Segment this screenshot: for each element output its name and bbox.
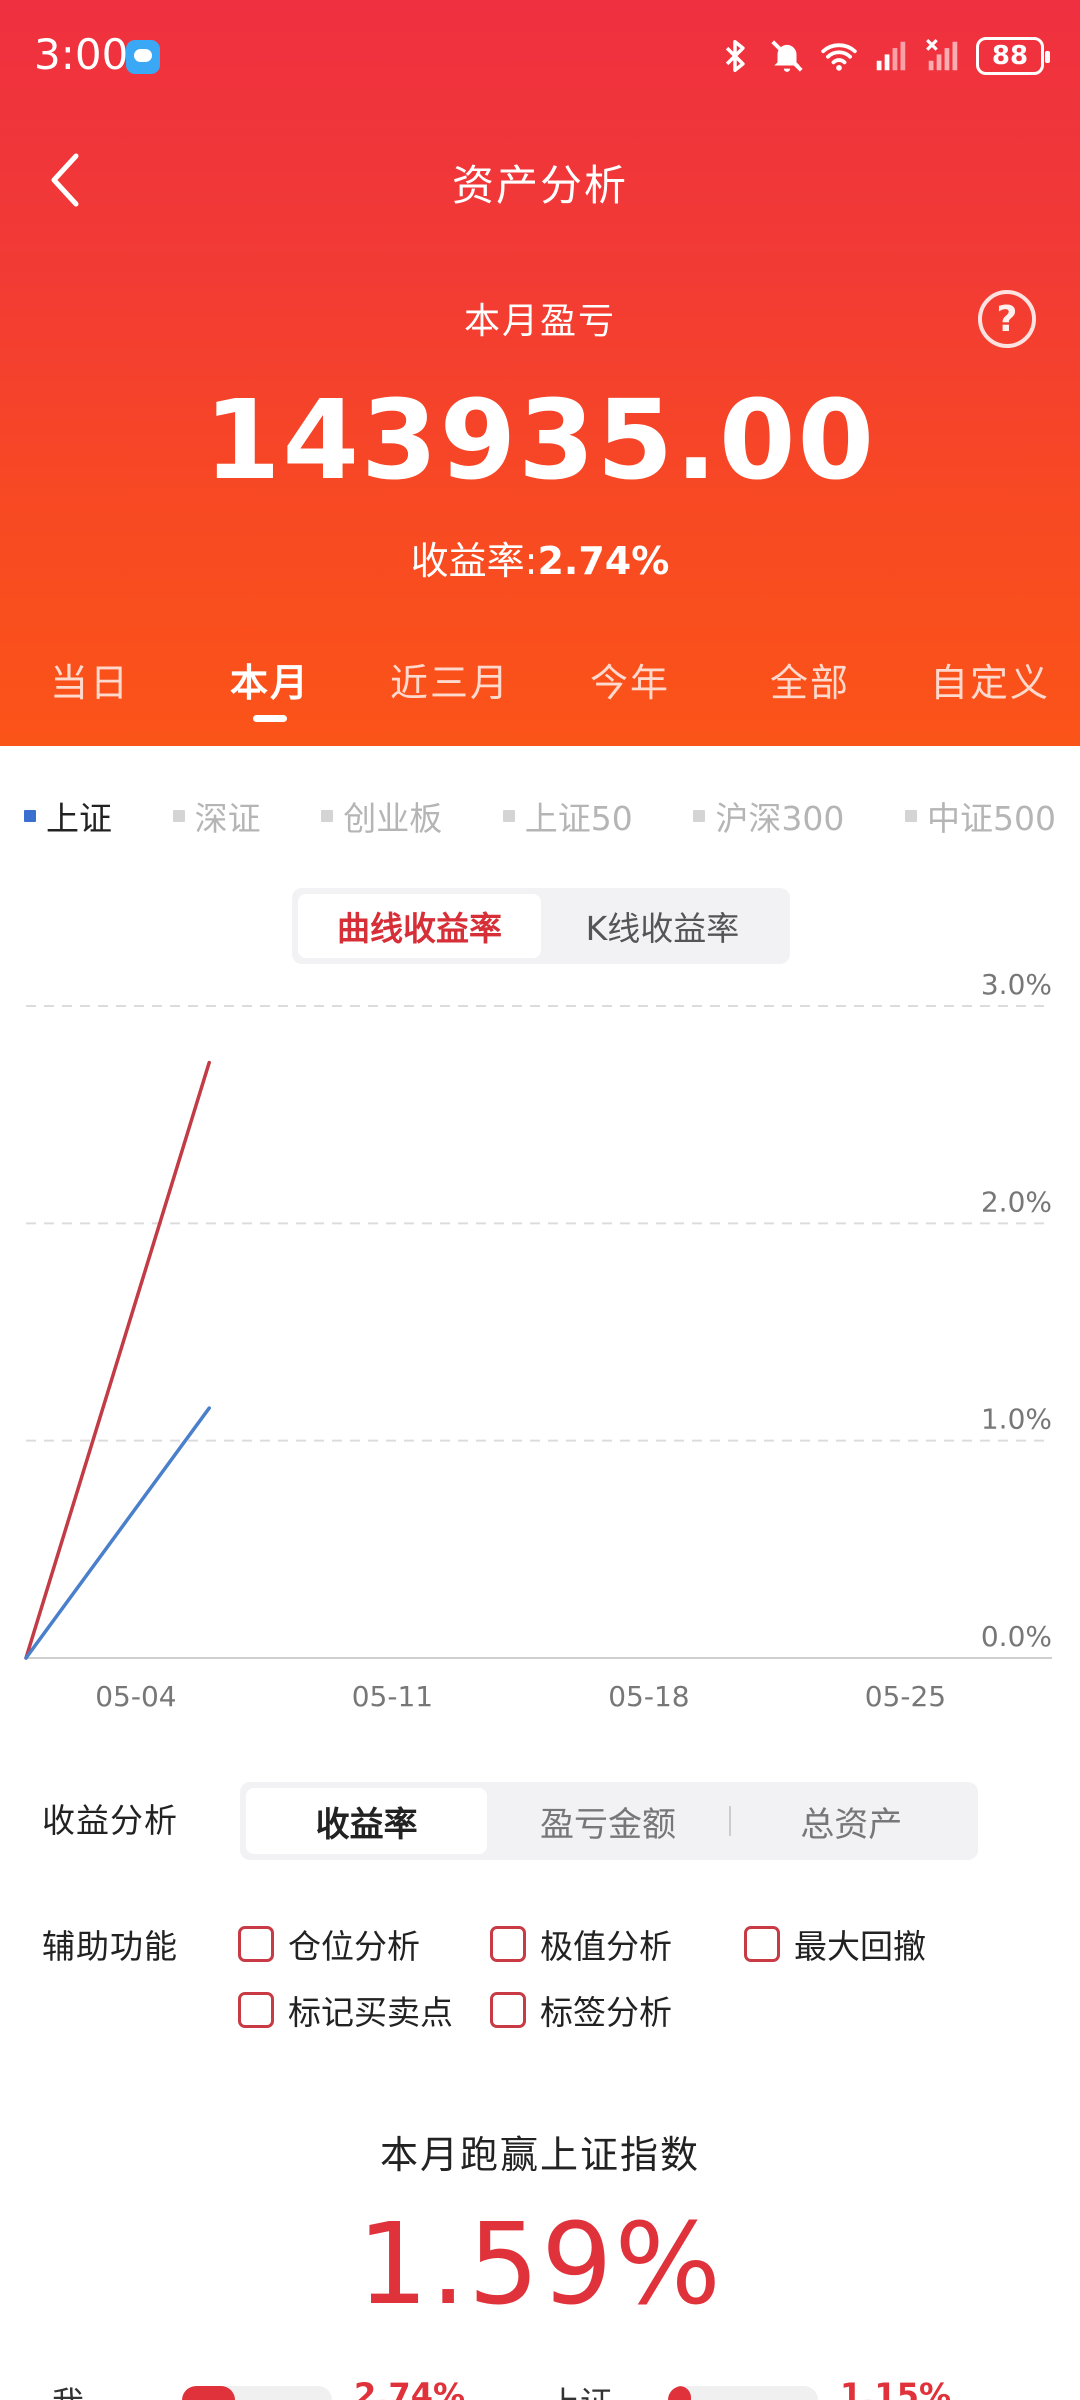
analysis-assets-button[interactable]: 总资产 xyxy=(731,1788,972,1854)
legend-marker xyxy=(172,810,185,822)
wifi-icon xyxy=(821,43,857,71)
tag-analysis-checkbox[interactable]: 标签分析 xyxy=(490,1986,672,2034)
index-label: 中证500 xyxy=(926,799,1056,838)
signal-4g-icon xyxy=(876,41,906,71)
checkbox-box xyxy=(238,1992,274,2028)
analysis-label: 收益分析 xyxy=(42,1801,178,1840)
status-bar: 3:00 88 xyxy=(0,0,1080,116)
x-tick-label: 05-11 xyxy=(352,1680,433,1713)
series-line-index xyxy=(24,1406,211,1660)
status-time: 3:00 xyxy=(34,30,129,79)
compare-index-label: 上证 xyxy=(548,2378,612,2400)
tab-custom[interactable]: 自定义 xyxy=(900,640,1080,730)
status-icons: 88 xyxy=(716,34,1050,78)
index-csi500[interactable]: 中证500 xyxy=(904,790,1056,842)
compare-row: 我 2.74% 上证 1.15% xyxy=(0,2372,1080,2400)
tab-this-month[interactable]: 本月 xyxy=(180,640,360,730)
legend-marker xyxy=(904,810,917,822)
tab-all[interactable]: 全部 xyxy=(720,640,900,730)
aux-label: 辅助功能 xyxy=(42,1927,178,1966)
compare-index-bar xyxy=(668,2386,818,2400)
checkbox-box xyxy=(744,1926,780,1962)
chart-mode-toggle: 曲线收益率 K线收益率 xyxy=(292,888,790,964)
checkbox-label: 极值分析 xyxy=(540,1927,672,1966)
checkbox-box xyxy=(490,1926,526,1962)
legend-marker xyxy=(693,810,706,822)
checkbox-label: 标签分析 xyxy=(540,1993,672,2032)
return-rate: 收益率:2.74% xyxy=(0,530,1080,585)
y-tick-label: 1.0% xyxy=(981,1403,1052,1436)
index-sse50[interactable]: 上证50 xyxy=(502,790,633,842)
signal-no-service-icon xyxy=(926,39,958,71)
x-tick-label: 05-25 xyxy=(865,1680,946,1713)
index-label: 上证 xyxy=(46,799,112,838)
index-chinext[interactable]: 创业板 xyxy=(321,790,442,842)
help-icon[interactable]: ? xyxy=(978,290,1036,348)
index-csi300[interactable]: 沪深300 xyxy=(693,790,844,842)
index-label: 上证50 xyxy=(524,799,633,838)
legend-marker xyxy=(321,810,334,822)
compare-index-value: 1.15% xyxy=(840,2376,952,2400)
checkbox-box xyxy=(490,1992,526,2028)
index-label: 创业板 xyxy=(343,799,443,838)
y-tick-label: 3.0% xyxy=(981,968,1052,1001)
mute-bell-icon xyxy=(771,40,803,72)
index-shenzhen[interactable]: 深证 xyxy=(172,790,261,842)
tab-today[interactable]: 当日 xyxy=(0,640,180,730)
y-tick-label: 2.0% xyxy=(981,1185,1052,1218)
index-label: 沪深300 xyxy=(715,799,845,838)
curve-return-button[interactable]: 曲线收益率 xyxy=(298,894,541,958)
index-selector: 上证 深证 创业板 上证50 沪深300 中证500 xyxy=(0,790,1080,842)
checkbox-label: 仓位分析 xyxy=(288,1927,420,1966)
kline-return-button[interactable]: K线收益率 xyxy=(541,894,784,958)
index-label: 深证 xyxy=(194,799,261,838)
return-chart: 0.0% 1.0% 2.0% 3.0% 05-04 05-11 05-18 05-25 xyxy=(24,968,1052,1713)
page-title: 资产分析 xyxy=(451,161,628,210)
beat-index-title: 本月跑赢上证指数 xyxy=(379,2133,700,2177)
message-notification-icon xyxy=(126,40,160,74)
beat-index-value: 1.59% xyxy=(357,2200,723,2330)
profit-value: 143935.00 xyxy=(203,376,877,504)
tab-this-year[interactable]: 今年 xyxy=(540,640,720,730)
mark-trades-checkbox[interactable]: 标记买卖点 xyxy=(238,1986,453,2034)
legend-marker xyxy=(24,810,36,822)
index-shanghai[interactable]: 上证 xyxy=(24,790,112,842)
compare-mine-bar xyxy=(182,2386,332,2400)
compare-index-fill xyxy=(668,2386,691,2400)
y-tick-label: 0.0% xyxy=(981,1620,1052,1653)
compare-mine-fill xyxy=(182,2386,235,2400)
analysis-rate-button[interactable]: 收益率 xyxy=(246,1788,488,1854)
help-symbol: ? xyxy=(996,298,1018,340)
bluetooth-icon xyxy=(725,40,745,72)
battery-indicator: 88 xyxy=(976,37,1050,75)
analysis-selector: 收益率 盈亏金额 总资产 xyxy=(240,1782,978,1860)
extreme-analysis-checkbox[interactable]: 极值分析 xyxy=(490,1920,672,1968)
series-line-mine xyxy=(24,1060,211,1660)
header: 3:00 88 资产分析 本月盈亏 ? 143935.00 收益率:2.74% … xyxy=(0,0,1080,746)
checkbox-label: 标记买卖点 xyxy=(288,1993,453,2032)
checkbox-label: 最大回撤 xyxy=(794,1927,926,1966)
compare-mine-label: 我 xyxy=(52,2378,84,2400)
analysis-amount-button[interactable]: 盈亏金额 xyxy=(487,1788,728,1854)
return-rate-value: 2.74% xyxy=(537,539,670,583)
max-drawdown-checkbox[interactable]: 最大回撤 xyxy=(744,1920,926,1968)
position-analysis-checkbox[interactable]: 仓位分析 xyxy=(238,1920,420,1968)
x-tick-label: 05-18 xyxy=(608,1680,689,1713)
return-rate-label: 收益率: xyxy=(410,539,538,583)
checkbox-box xyxy=(238,1926,274,1962)
legend-marker xyxy=(502,810,515,822)
nav-bar: 资产分析 xyxy=(0,130,1080,230)
period-tabs: 当日 本月 近三月 今年 全部 自定义 xyxy=(0,640,1080,730)
compare-mine-value: 2.74% xyxy=(354,2376,466,2400)
tab-three-months[interactable]: 近三月 xyxy=(360,640,540,730)
x-tick-label: 05-04 xyxy=(95,1680,176,1713)
profit-label: 本月盈亏 xyxy=(463,301,616,342)
